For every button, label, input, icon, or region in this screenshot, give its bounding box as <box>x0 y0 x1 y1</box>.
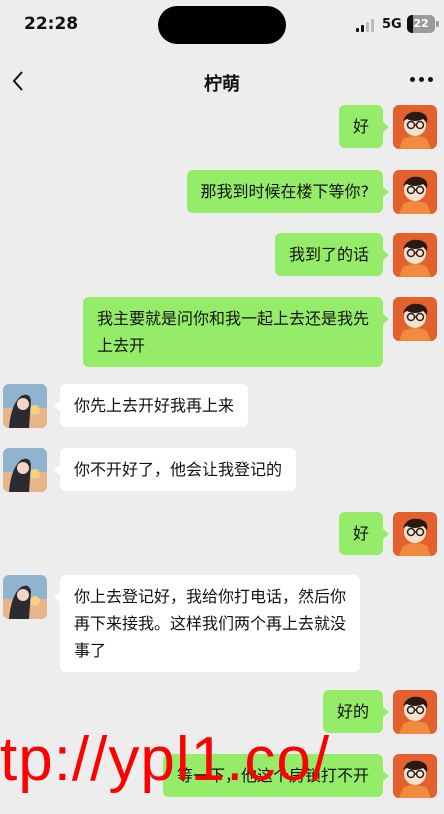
chat-header: 柠萌 <box>0 56 444 106</box>
my-avatar[interactable] <box>393 170 437 214</box>
battery-level: 22 <box>413 17 429 30</box>
status-bar: 22:28 5G 22 <box>0 0 444 50</box>
contact-avatar[interactable] <box>3 384 47 428</box>
bubble-line: 我主要就是问你和我一起上去还是我先 <box>96 309 369 328</box>
incoming-bubble[interactable]: 你不开好了，他会让我登记的 <box>53 448 297 491</box>
my-avatar[interactable] <box>393 233 437 277</box>
contact-avatar[interactable] <box>3 448 47 492</box>
outgoing-bubble[interactable]: 我到了的话 <box>274 233 390 276</box>
watermark-text: tp://ypl1.co/ <box>0 725 331 794</box>
outgoing-bubble[interactable]: 好 <box>338 512 390 555</box>
more-dots-icon[interactable] <box>410 74 434 84</box>
battery-icon: 22 <box>407 15 439 33</box>
my-avatar[interactable] <box>393 297 437 341</box>
bubble-line: 你上去登记好，我给你打电话，然后你 <box>74 587 347 606</box>
bubble-line: 事了 <box>74 641 107 660</box>
status-time: 22:28 <box>24 14 79 34</box>
bubble-line: 上去开 <box>96 336 145 355</box>
dynamic-island <box>158 6 286 44</box>
incoming-bubble[interactable]: 你先上去开好我再上来 <box>53 384 249 427</box>
outgoing-bubble[interactable]: 好 <box>338 105 390 148</box>
bubble-line: 再下来接我。这样我们两个再上去就没 <box>74 614 347 633</box>
outgoing-bubble[interactable]: 那我到时候在楼下等你? <box>186 170 389 213</box>
chat-title: 柠萌 <box>204 74 240 95</box>
outgoing-bubble[interactable]: 我主要就是问你和我一起上去还是我先 上去开 <box>82 297 390 367</box>
contact-avatar[interactable] <box>3 575 47 619</box>
my-avatar[interactable] <box>393 105 437 149</box>
incoming-bubble[interactable]: 你上去登记好，我给你打电话，然后你 再下来接我。这样我们两个再上去就没 事了 <box>53 575 361 672</box>
signal-icon <box>356 18 376 32</box>
network-label: 5G <box>382 17 402 32</box>
my-avatar[interactable] <box>393 512 437 556</box>
